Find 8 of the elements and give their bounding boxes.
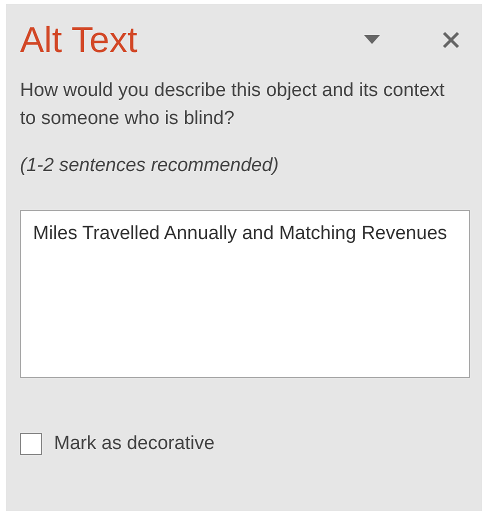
close-icon[interactable] — [442, 30, 460, 49]
checkbox-label[interactable]: Mark as decorative — [54, 430, 215, 458]
prompt-text: How would you describe this object and its context to someone who is blind? — [20, 79, 446, 131]
decorative-checkbox[interactable] — [20, 432, 42, 455]
pane-title: Alt Text — [20, 18, 138, 62]
description-field[interactable]: Miles Travelled Annually and Matching Revenues — [20, 210, 470, 378]
dropdown-icon[interactable] — [364, 35, 380, 44]
hint-text: (1-2 sentences recommended) — [20, 154, 280, 178]
